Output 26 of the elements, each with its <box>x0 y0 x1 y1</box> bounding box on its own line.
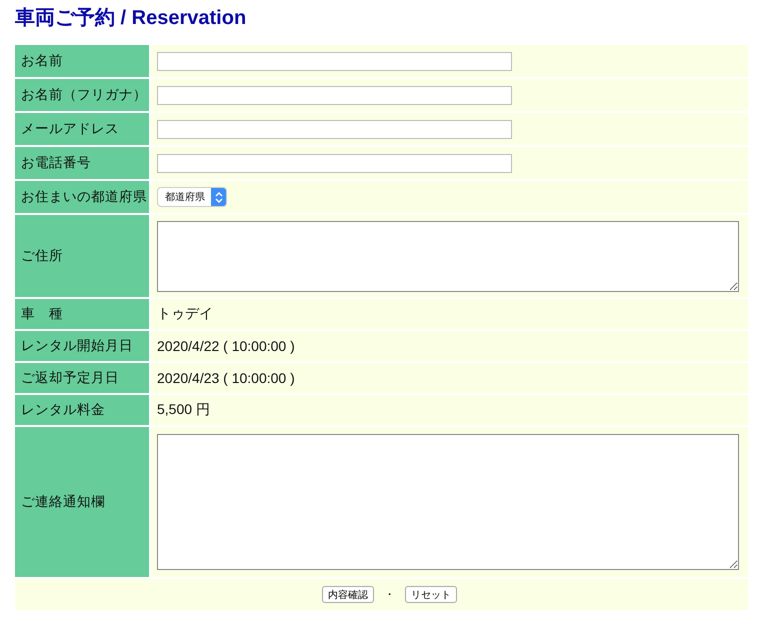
reset-button[interactable]: リセット <box>405 586 457 603</box>
field-value: 5,500 円 <box>157 401 210 419</box>
field-label: お名前（フリガナ） <box>15 79 151 111</box>
field-label: レンタル開始月日 <box>15 331 151 361</box>
field-label: ご連絡通知欄 <box>15 427 151 577</box>
field-label: 車 種 <box>15 299 151 329</box>
field-label: お住まいの都道府県 <box>15 181 151 213</box>
field-label: ご返却予定月日 <box>15 363 151 393</box>
field-label: お電話番号 <box>15 147 151 179</box>
field-label: お名前 <box>15 45 151 77</box>
text-area[interactable] <box>157 220 739 292</box>
page-title: 車両ご予約 / Reservation <box>15 6 248 31</box>
field-label: ご住所 <box>15 215 151 297</box>
updown-icon <box>211 188 226 206</box>
confirm-button[interactable]: 内容確認 <box>322 586 374 603</box>
prefecture-dropdown[interactable]: 都道府県 <box>157 187 227 207</box>
field-label: メールアドレス <box>15 113 151 145</box>
input-field[interactable] <box>157 120 512 138</box>
field-value: 2020/4/23 ( 10:00:00 ) <box>157 370 295 386</box>
field-value: トゥデイ <box>157 305 213 323</box>
input-field[interactable] <box>157 52 512 70</box>
input-field[interactable] <box>157 86 512 104</box>
input-field[interactable] <box>157 154 512 172</box>
field-label: レンタル料金 <box>15 395 151 425</box>
separator-dot: ・ <box>384 587 395 602</box>
field-value: 2020/4/22 ( 10:00:00 ) <box>157 338 295 354</box>
